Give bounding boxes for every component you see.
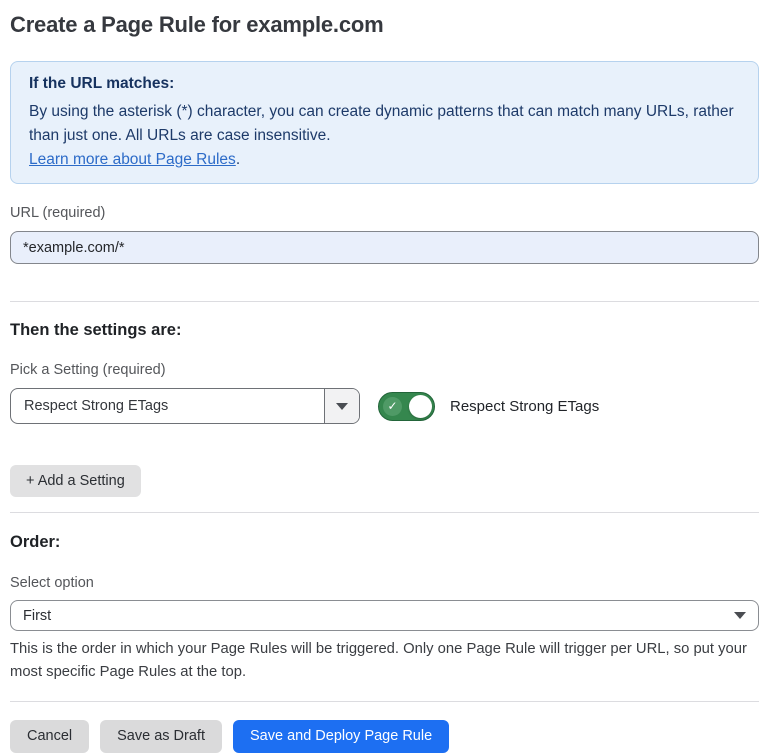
save-as-draft-button[interactable]: Save as Draft: [100, 720, 222, 753]
info-box-heading: If the URL matches:: [29, 75, 740, 93]
settings-section-heading: Then the settings are:: [10, 321, 759, 340]
url-section: URL (required): [10, 205, 759, 264]
toggle-wrap: ✓ Respect Strong ETags: [378, 392, 599, 421]
learn-more-link[interactable]: Learn more about Page Rules: [29, 151, 236, 168]
toggle-knob: [409, 395, 432, 418]
caret-down-icon: [734, 612, 746, 619]
order-select-value: First: [23, 608, 734, 624]
order-section-heading: Order:: [10, 533, 759, 552]
setting-dropdown-value: Respect Strong ETags: [11, 389, 324, 423]
setting-dropdown[interactable]: Respect Strong ETags: [10, 388, 360, 424]
divider: [10, 701, 759, 702]
setting-dropdown-arrow-button[interactable]: [324, 389, 359, 423]
save-and-deploy-button[interactable]: Save and Deploy Page Rule: [233, 720, 449, 753]
pick-setting-label: Pick a Setting (required): [10, 362, 759, 378]
link-period: .: [236, 151, 240, 168]
add-setting-button[interactable]: + Add a Setting: [10, 465, 141, 497]
order-help-text: This is the order in which your Page Rul…: [10, 638, 755, 684]
setting-row: Respect Strong ETags ✓ Respect Strong ET…: [10, 388, 759, 424]
divider: [10, 512, 759, 513]
caret-down-icon: [336, 403, 348, 410]
toggle-label: Respect Strong ETags: [450, 398, 599, 415]
url-match-info-box: If the URL matches: By using the asteris…: [10, 61, 759, 184]
url-input[interactable]: [10, 231, 759, 264]
checkmark-icon: ✓: [383, 397, 402, 416]
url-label: URL (required): [10, 205, 759, 221]
divider: [10, 301, 759, 302]
info-link-row: Learn more about Page Rules.: [29, 151, 740, 169]
info-box-body: By using the asterisk (*) character, you…: [29, 100, 740, 148]
page-title: Create a Page Rule for example.com: [10, 12, 759, 38]
select-option-label: Select option: [10, 575, 759, 591]
order-select[interactable]: First: [10, 600, 759, 631]
footer-actions: Cancel Save as Draft Save and Deploy Pag…: [10, 720, 759, 753]
create-page-rule-form: Create a Page Rule for example.com If th…: [0, 0, 769, 753]
cancel-button[interactable]: Cancel: [10, 720, 89, 753]
respect-strong-etags-toggle[interactable]: ✓: [378, 392, 435, 421]
